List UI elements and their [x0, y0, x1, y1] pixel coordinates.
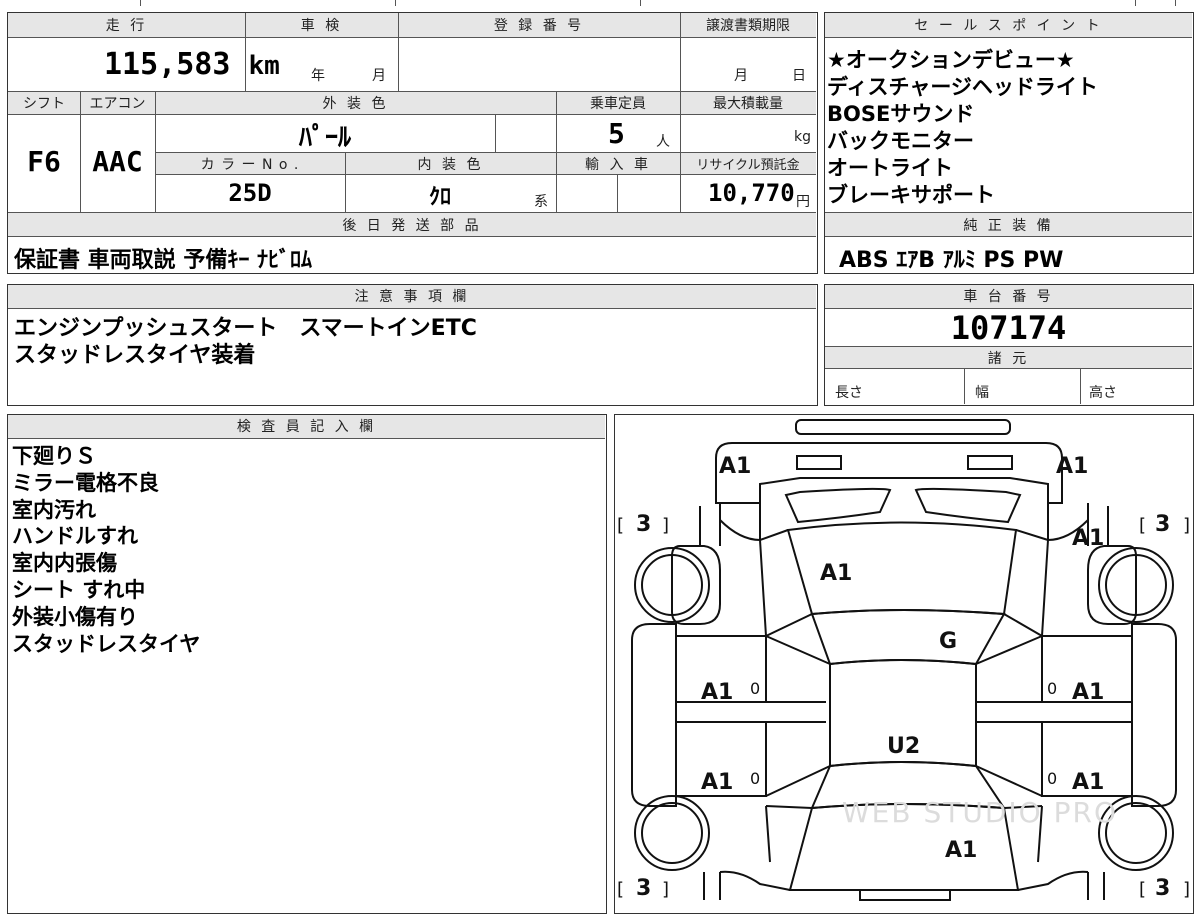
- inspector-title: 検 査 員 記 入 欄: [236, 419, 377, 435]
- notes-title: 注 意 事 項 欄: [354, 289, 470, 305]
- svg-text:[: [: [1139, 879, 1146, 900]
- inspector-note: 外装小傷有り: [12, 604, 138, 629]
- damage-door-rear-left: A1: [701, 770, 733, 795]
- inspector-note: ミラー電格不良: [12, 470, 159, 495]
- inspector-note: ハンドルすれ: [12, 524, 138, 549]
- mileage-unit: km: [248, 51, 280, 81]
- shaken-month: 月: [372, 68, 386, 84]
- ac-label: エアコン: [89, 96, 146, 112]
- equipment-value: ABS ｴｱB ｱﾙﾐ PS PW: [839, 248, 1064, 273]
- sales-point-item: オートライト: [827, 156, 953, 180]
- tire-front-right: 3: [1155, 512, 1170, 537]
- transfer-month: 月: [734, 68, 748, 84]
- sales-point-item: BOSEサウンド: [827, 102, 975, 126]
- notes-list: エンジンプッシュスタート スマートインETC スタッドレスタイヤ装着: [14, 315, 477, 369]
- height-label: 高さ: [1089, 385, 1117, 401]
- car-diagram: [ ] [ ] [ ] [ ] A1 A1 3 3 A1 A1 G A1 A1 …: [617, 418, 1190, 901]
- recycle-deposit-label: リサイクル預託金: [696, 158, 800, 173]
- chassis-box: 車 台 番 号 107174 諸 元 長さ 幅 高さ: [824, 284, 1194, 406]
- svg-text:]: ]: [662, 515, 669, 536]
- svg-text:]: ]: [1183, 515, 1190, 536]
- import-car-label: 輸 入 車: [585, 157, 651, 173]
- mark-rear-right: 0: [1047, 769, 1057, 788]
- car-diagram-box: [ ] [ ] [ ] [ ] A1 A1 3 3 A1 A1 G A1 A1 …: [614, 414, 1194, 914]
- tire-rear-left: 3: [636, 876, 651, 901]
- chassis-title: 車 台 番 号: [963, 289, 1054, 305]
- inspector-note: スタッドレスタイヤ: [12, 631, 201, 656]
- spec-title: 諸 元: [987, 351, 1030, 367]
- inspector-box: 検 査 員 記 入 欄 下廻りＳ ミラー電格不良 室内汚れ ハンドルすれ 室内内…: [7, 414, 607, 914]
- sales-point-item: ディスチャージヘッドライト: [827, 75, 1098, 99]
- shift-value: F6: [27, 145, 61, 178]
- later-parts-value: 保証書 車両取説 予備ｷｰ ﾅﾋﾞﾛﾑ: [14, 248, 312, 273]
- sales-point-item: バックモニター: [827, 129, 974, 153]
- capacity-label: 乗車定員: [590, 96, 646, 112]
- damage-trunk: A1: [945, 838, 977, 863]
- sales-point-title: セ ー ル ス ポ イ ン ト: [914, 18, 1103, 34]
- inspector-note: 室内汚れ: [12, 497, 96, 522]
- later-parts-label: 後 日 発 送 部 品: [342, 218, 482, 234]
- color-no-value: 25D: [228, 179, 272, 207]
- interior-color-suffix: 系: [534, 194, 548, 210]
- equipment-title: 純 正 装 備: [963, 218, 1054, 234]
- tire-front-left: 3: [636, 512, 651, 537]
- top-strip: [0, 0, 1200, 6]
- recycle-deposit-unit: 円: [796, 194, 810, 210]
- width-label: 幅: [975, 385, 989, 401]
- mileage-number: 115,583: [104, 47, 231, 82]
- svg-text:[: [: [1139, 515, 1146, 536]
- damage-front-left: A1: [719, 454, 751, 479]
- svg-text:]: ]: [1183, 879, 1190, 900]
- sales-point-box: セ ー ル ス ポ イ ン ト ★オークションデビュー★ ディスチャージヘッドラ…: [824, 12, 1194, 274]
- notes-line: スタッドレスタイヤ装着: [14, 343, 256, 368]
- sales-point-list: ★オークションデビュー★ ディスチャージヘッドライト BOSEサウンド バックモ…: [827, 47, 1098, 209]
- tire-rear-right: 3: [1155, 876, 1170, 901]
- mark-front-left: 0: [750, 679, 760, 698]
- damage-door-front-left: A1: [701, 680, 733, 705]
- color-no-label: カ ラ ー N o .: [200, 157, 300, 173]
- exterior-color-label: 外 装 色: [322, 96, 389, 112]
- damage-door-front-right: A1: [1072, 680, 1104, 705]
- ac-value: AAC: [92, 145, 143, 178]
- inspector-note: シート すれ中: [12, 577, 146, 602]
- capacity-value: 5: [608, 117, 625, 150]
- recycle-deposit-value: 10,770: [708, 179, 795, 207]
- svg-text:[: [: [617, 879, 624, 900]
- mileage-label: 走 行: [105, 18, 148, 34]
- transfer-deadline-label: 譲渡書類期限: [706, 18, 790, 34]
- chassis-number: 107174: [950, 309, 1067, 347]
- shaken-year: 年: [311, 68, 325, 84]
- mark-front-right: 0: [1047, 679, 1057, 698]
- max-load-unit: kg: [794, 129, 811, 145]
- max-load-label: 最大積載量: [713, 96, 783, 112]
- shift-label: シフト: [23, 96, 65, 112]
- main-info-box: 走 行 車 検 登 録 番 号 譲渡書類期限 115,583 km 年 月 月 …: [7, 12, 818, 274]
- registration-label: 登 録 番 号: [493, 18, 585, 34]
- sales-point-item: ★オークションデビュー★: [827, 48, 1075, 72]
- svg-text:]: ]: [662, 879, 669, 900]
- exterior-color-value: ﾊﾟｰﾙ: [298, 123, 351, 153]
- mileage-value: 115,583 km: [104, 47, 280, 82]
- svg-text:[: [: [617, 515, 624, 536]
- inspector-note: 室内内張傷: [12, 551, 117, 576]
- sales-point-item: ブレーキサポート: [827, 183, 995, 207]
- inspector-notes-list: 下廻りＳ ミラー電格不良 室内汚れ ハンドルすれ 室内内張傷 シート すれ中 外…: [12, 443, 200, 657]
- damage-windshield: G: [939, 629, 957, 654]
- mark-rear-left: 0: [750, 769, 760, 788]
- inspector-note: 下廻りＳ: [12, 444, 96, 468]
- damage-front-right: A1: [1056, 454, 1088, 479]
- length-label: 長さ: [835, 385, 863, 401]
- damage-fender-front-right: A1: [1072, 526, 1104, 551]
- shaken-label: 車 検: [300, 18, 343, 34]
- damage-roof: U2: [887, 734, 920, 759]
- damage-door-rear-right: A1: [1072, 770, 1104, 795]
- damage-hood: A1: [820, 561, 852, 586]
- transfer-day: 日: [792, 68, 806, 84]
- capacity-unit: 人: [656, 134, 670, 150]
- interior-color-value: ｸﾛ: [428, 185, 451, 210]
- interior-color-label: 内 装 色: [417, 157, 484, 173]
- watermark: WEB STUDIO PRO: [842, 796, 1118, 829]
- notes-box: 注 意 事 項 欄 エンジンプッシュスタート スマートインETC スタッドレスタ…: [7, 284, 818, 406]
- notes-line: エンジンプッシュスタート スマートインETC: [14, 316, 477, 341]
